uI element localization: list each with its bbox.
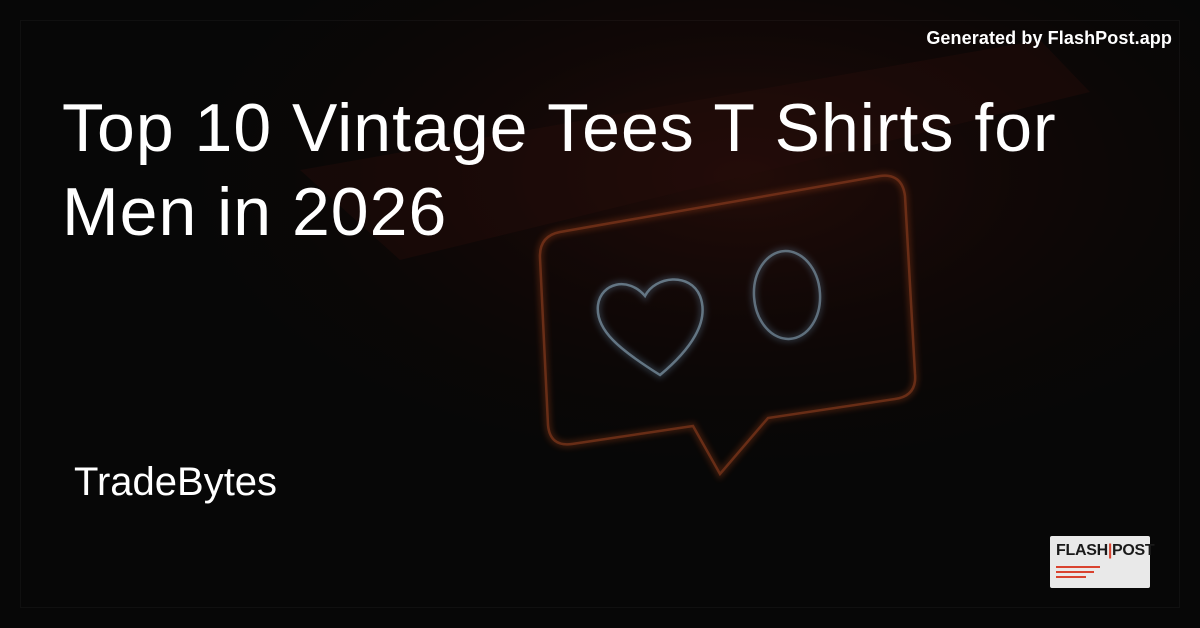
author-name: TradeBytes [74, 460, 278, 504]
generated-by-label: Generated by FlashPost.app [926, 28, 1172, 48]
logo-speed-lines-icon [1056, 566, 1100, 578]
logo-wordmark: FLASH|POST [1056, 542, 1155, 560]
logo-brand-right: POST [1112, 542, 1155, 559]
social-card: Generated by FlashPost.app Top 10 Vintag… [0, 0, 1200, 628]
page-title: Top 10 Vintage Tees T Shirts for Men in … [62, 90, 1057, 250]
logo-brand-left: FLASH [1056, 542, 1108, 559]
flashpost-logo-icon: FLASH|POST [1050, 536, 1155, 588]
